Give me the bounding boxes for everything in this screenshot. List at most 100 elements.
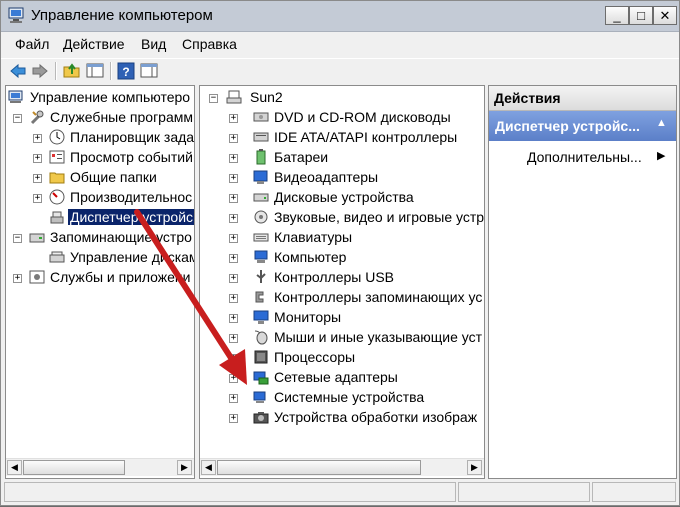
device-tree-pane[interactable]: − Sun2 + DVD и CD-ROM дисководы + IDE ATA/A… bbox=[199, 85, 485, 479]
actions-section-header[interactable]: Диспетчер устройс... ▲ bbox=[489, 111, 676, 141]
expand-toggle[interactable]: + bbox=[229, 154, 238, 163]
expand-toggle[interactable]: + bbox=[229, 134, 238, 143]
tree-root[interactable]: − Sun2 bbox=[206, 88, 484, 108]
tree-item[interactable]: − Служебные программ bbox=[8, 108, 194, 128]
device-category[interactable]: + Звуковые, видео и игровые устр bbox=[206, 208, 484, 228]
device-category[interactable]: + IDE ATA/ATAPI контроллеры bbox=[206, 128, 484, 148]
scroll-right-arrow[interactable]: ▶ bbox=[467, 460, 482, 475]
device-category[interactable]: + Батареи bbox=[206, 148, 484, 168]
device-category[interactable]: + Сетевые адаптеры bbox=[206, 368, 484, 388]
device-category[interactable]: + Мыши и иные указывающие уст bbox=[206, 328, 484, 348]
expand-toggle[interactable]: + bbox=[229, 374, 238, 383]
display-adapter-icon bbox=[253, 170, 268, 184]
maximize-button[interactable]: □ bbox=[629, 6, 653, 25]
device-category-label: Клавиатуры bbox=[274, 229, 353, 245]
title-bar[interactable]: Управление компьютером _ □ ✕ bbox=[1, 1, 679, 32]
expand-toggle[interactable]: + bbox=[229, 234, 238, 243]
scroll-left-arrow[interactable]: ◀ bbox=[201, 460, 216, 475]
show-hide-action-pane-icon[interactable] bbox=[140, 62, 158, 80]
chevron-up-icon[interactable]: ▲ bbox=[656, 117, 667, 129]
horizontal-scrollbar[interactable]: ◀ ▶ bbox=[200, 458, 484, 476]
menu-view[interactable]: Вид bbox=[141, 36, 166, 52]
performance-icon bbox=[49, 189, 65, 205]
device-category[interactable]: + Устройства обработки изображ bbox=[206, 408, 484, 428]
expand-toggle[interactable]: + bbox=[33, 134, 42, 143]
horizontal-scrollbar[interactable]: ◀ ▶ bbox=[6, 458, 194, 476]
mouse-icon bbox=[254, 330, 268, 345]
tree-item[interactable]: + Службы и приложени bbox=[8, 268, 194, 288]
device-category[interactable]: + Клавиатуры bbox=[206, 228, 484, 248]
tree-item-label: Управление компьютеро bbox=[30, 89, 191, 105]
imaging-device-icon bbox=[253, 412, 269, 424]
device-category-label: Процессоры bbox=[274, 349, 356, 365]
forward-arrow-icon[interactable] bbox=[31, 62, 49, 80]
scroll-left-arrow[interactable]: ◀ bbox=[7, 460, 22, 475]
device-category[interactable]: + DVD и CD-ROM дисководы bbox=[206, 108, 484, 128]
collapse-toggle[interactable]: − bbox=[13, 234, 22, 243]
expand-toggle[interactable]: + bbox=[33, 154, 42, 163]
expand-toggle[interactable]: + bbox=[229, 294, 238, 303]
tree-item[interactable]: Управление дискам bbox=[8, 248, 194, 268]
device-category[interactable]: + Компьютер bbox=[206, 248, 484, 268]
device-category[interactable]: + Видеоадаптеры bbox=[206, 168, 484, 188]
tree-item[interactable]: + Планировщик задан bbox=[8, 128, 194, 148]
status-cell bbox=[592, 482, 676, 502]
device-category-label: Видеоадаптеры bbox=[274, 169, 379, 185]
expand-toggle[interactable]: + bbox=[229, 314, 238, 323]
tree-item-label: Диспетчер устройс bbox=[68, 209, 194, 225]
device-category[interactable]: + Контроллеры запоминающих ус bbox=[206, 288, 484, 308]
collapse-toggle[interactable]: − bbox=[209, 94, 218, 103]
collapse-toggle[interactable]: − bbox=[13, 114, 22, 123]
actions-header-label: Действия bbox=[494, 90, 561, 106]
tree-item-selected[interactable]: Диспетчер устройс bbox=[8, 208, 194, 228]
device-category[interactable]: + Процессоры bbox=[206, 348, 484, 368]
expand-toggle[interactable]: + bbox=[229, 254, 238, 263]
expand-toggle[interactable]: + bbox=[13, 274, 22, 283]
tree-item[interactable]: + Общие папки bbox=[8, 168, 194, 188]
device-category-label: IDE ATA/ATAPI контроллеры bbox=[274, 129, 458, 145]
up-folder-icon[interactable] bbox=[63, 62, 81, 80]
tree-item[interactable]: + Производительнос bbox=[8, 188, 194, 208]
expand-toggle[interactable]: + bbox=[229, 194, 238, 203]
menu-help[interactable]: Справка bbox=[182, 36, 237, 52]
device-category[interactable]: + Контроллеры USB bbox=[206, 268, 484, 288]
back-arrow-icon[interactable] bbox=[9, 62, 27, 80]
processor-icon bbox=[254, 350, 268, 364]
expand-toggle[interactable]: + bbox=[33, 174, 42, 183]
toolbar-separator bbox=[110, 62, 112, 80]
device-category[interactable]: + Дисковые устройства bbox=[206, 188, 484, 208]
device-category-label: Сетевые адаптеры bbox=[274, 369, 398, 385]
menu-action[interactable]: Действие bbox=[63, 36, 125, 52]
tree-item[interactable]: + Просмотр событий bbox=[8, 148, 194, 168]
device-category[interactable]: + Системные устройства bbox=[206, 388, 484, 408]
device-category[interactable]: + Мониторы bbox=[206, 308, 484, 328]
show-hide-tree-icon[interactable] bbox=[86, 62, 104, 80]
actions-header: Действия bbox=[489, 86, 676, 111]
expand-toggle[interactable]: + bbox=[229, 274, 238, 283]
disk-management-icon bbox=[49, 251, 65, 263]
close-button[interactable]: ✕ bbox=[653, 6, 677, 25]
expand-toggle[interactable]: + bbox=[33, 194, 42, 203]
tree-item[interactable]: − Запоминающие устро bbox=[8, 228, 194, 248]
sound-icon bbox=[254, 210, 268, 224]
actions-more-item[interactable]: Дополнительны... ▶ bbox=[489, 145, 676, 167]
expand-toggle[interactable]: + bbox=[229, 414, 238, 423]
tools-icon bbox=[30, 110, 44, 125]
scroll-right-arrow[interactable]: ▶ bbox=[177, 460, 192, 475]
scrollbar-thumb[interactable] bbox=[217, 460, 421, 475]
help-icon[interactable]: ? bbox=[117, 62, 135, 80]
console-tree-pane[interactable]: Управление компьютеро − Служебные програ… bbox=[5, 85, 195, 479]
device-category-label: Батареи bbox=[274, 149, 329, 165]
expand-toggle[interactable]: + bbox=[229, 214, 238, 223]
expand-toggle[interactable]: + bbox=[229, 354, 238, 363]
scrollbar-thumb[interactable] bbox=[23, 460, 125, 475]
minimize-button[interactable]: _ bbox=[605, 6, 629, 25]
menu-file[interactable]: Файл bbox=[15, 36, 49, 52]
device-category-label: Мониторы bbox=[274, 309, 342, 325]
shared-folder-icon bbox=[49, 172, 65, 184]
tree-item[interactable]: Управление компьютеро bbox=[8, 88, 194, 108]
expand-toggle[interactable]: + bbox=[229, 174, 238, 183]
expand-toggle[interactable]: + bbox=[229, 334, 238, 343]
expand-toggle[interactable]: + bbox=[229, 114, 238, 123]
expand-toggle[interactable]: + bbox=[229, 394, 238, 403]
